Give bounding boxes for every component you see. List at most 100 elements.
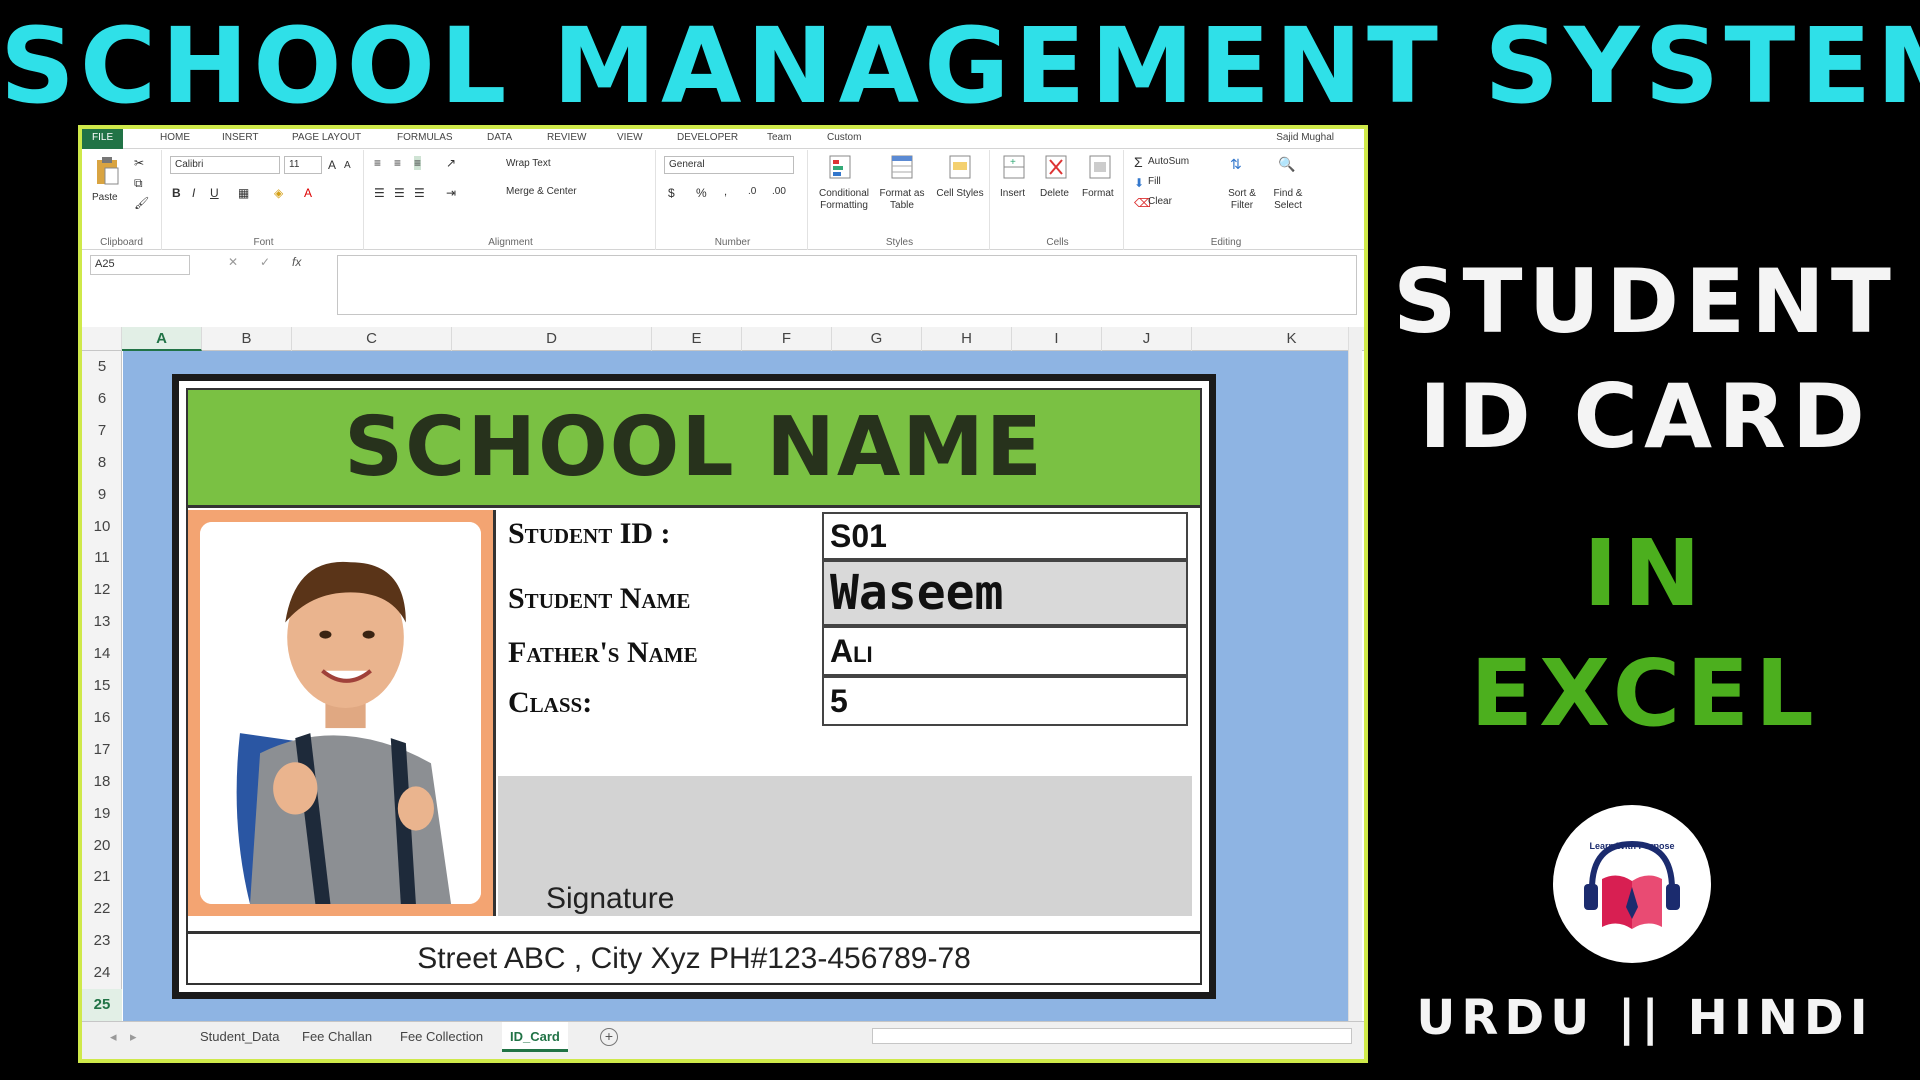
column-header-c[interactable]: C (292, 327, 452, 351)
conditional-formatting-icon[interactable] (828, 154, 852, 180)
fill-icon[interactable]: ⬇ (1134, 176, 1144, 190)
row-header-5[interactable]: 5 (82, 351, 122, 383)
tab-developer[interactable]: DEVELOPER (677, 132, 738, 143)
tab-view[interactable]: VIEW (617, 132, 643, 143)
enter-icon[interactable]: ✓ (260, 255, 270, 269)
tab-custom[interactable]: Custom (827, 132, 861, 143)
autosum-button[interactable]: AutoSum (1148, 156, 1189, 167)
fill-color-icon[interactable]: ◈ (274, 186, 283, 200)
column-header-i[interactable]: I (1012, 327, 1102, 351)
tab-file[interactable]: FILE (82, 129, 124, 149)
row-header-21[interactable]: 21 (82, 861, 122, 893)
row-header-13[interactable]: 13 (82, 606, 122, 638)
row-header-9[interactable]: 9 (82, 479, 122, 511)
select-all-corner[interactable] (82, 327, 122, 351)
percent-icon[interactable]: % (696, 186, 707, 200)
sort-filter-icon[interactable]: ⇅ (1230, 156, 1242, 173)
clear-button[interactable]: Clear (1148, 196, 1172, 207)
sort-filter-button[interactable]: Sort & Filter (1222, 188, 1262, 212)
font-size-select[interactable]: 11 (284, 156, 322, 174)
sheet-tab-student-data[interactable]: Student_Data (192, 1022, 288, 1052)
row-header-12[interactable]: 12 (82, 574, 122, 606)
row-header-6[interactable]: 6 (82, 383, 122, 415)
format-button[interactable]: Format (1082, 188, 1114, 199)
tab-formulas[interactable]: FORMULAS (397, 132, 453, 143)
currency-icon[interactable]: $ (668, 186, 675, 200)
column-header-j[interactable]: J (1102, 327, 1192, 351)
class-value[interactable]: 5 (822, 676, 1188, 726)
sheet-grid[interactable]: SCHOOL NAME Student ID: S01 Student Nam… (123, 351, 1348, 1021)
cell-styles-icon[interactable] (948, 154, 972, 180)
row-header-8[interactable]: 8 (82, 447, 122, 479)
number-format-select[interactable]: General (664, 156, 794, 174)
align-middle-icon[interactable]: ≡ (394, 156, 401, 170)
paste-button[interactable]: Paste (92, 192, 118, 203)
sheet-tab-fee-challan[interactable]: Fee Challan (294, 1022, 380, 1052)
italic-icon[interactable]: I (192, 186, 195, 200)
column-header-b[interactable]: B (202, 327, 292, 351)
sheet-tab-id-card[interactable]: ID_Card (502, 1022, 568, 1052)
tab-data[interactable]: DATA (487, 132, 512, 143)
align-left-icon[interactable]: ☰ (374, 186, 385, 200)
wrap-text-button[interactable]: Wrap Text (506, 158, 551, 169)
column-header-g[interactable]: G (832, 327, 922, 351)
merge-center-button[interactable]: Merge & Center (506, 186, 577, 197)
find-select-button[interactable]: Find & Select (1266, 188, 1310, 212)
father-name-value[interactable]: Ali (822, 626, 1188, 676)
user-name[interactable]: Sajid Mughal (1276, 132, 1334, 143)
format-cells-icon[interactable] (1088, 154, 1112, 180)
font-color-icon[interactable]: A (304, 186, 312, 200)
vertical-scrollbar[interactable] (1348, 327, 1362, 1021)
cut-icon[interactable]: ✂ (134, 156, 144, 170)
copy-icon[interactable]: ⧉ (134, 176, 143, 191)
column-header-h[interactable]: H (922, 327, 1012, 351)
increase-decimal-icon[interactable]: .0 (748, 186, 756, 197)
column-header-e[interactable]: E (652, 327, 742, 351)
row-header-19[interactable]: 19 (82, 798, 122, 830)
decrease-decimal-icon[interactable]: .00 (772, 186, 786, 197)
orientation-icon[interactable]: ↗ (446, 156, 456, 170)
row-header-25[interactable]: 25 (82, 989, 122, 1021)
font-name-select[interactable]: Calibri (170, 156, 280, 174)
insert-button[interactable]: Insert (1000, 188, 1025, 199)
bold-icon[interactable]: B (172, 186, 181, 200)
sheet-tab-fee-collection[interactable]: Fee Collection (392, 1022, 491, 1052)
row-header-18[interactable]: 18 (82, 766, 122, 798)
add-sheet-icon[interactable]: + (600, 1028, 618, 1046)
column-header-f[interactable]: F (742, 327, 832, 351)
align-bottom-icon[interactable]: ≡ (414, 156, 422, 170)
cell-styles-button[interactable]: Cell Styles (934, 188, 986, 200)
student-name-value[interactable]: Waseem (822, 560, 1188, 626)
comma-icon[interactable]: , (724, 186, 727, 198)
format-as-table-button[interactable]: Format as Table (876, 188, 928, 212)
insert-cells-icon[interactable]: + (1002, 154, 1026, 180)
row-header-14[interactable]: 14 (82, 638, 122, 670)
paste-icon[interactable] (94, 156, 120, 186)
row-header-23[interactable]: 23 (82, 925, 122, 957)
next-sheet-icon[interactable]: ▸ (122, 1022, 145, 1052)
borders-icon[interactable]: ▦ (238, 186, 249, 200)
student-id-value[interactable]: S01 (822, 512, 1188, 560)
underline-icon[interactable]: U (210, 186, 219, 200)
row-header-15[interactable]: 15 (82, 670, 122, 702)
find-select-icon[interactable]: 🔍 (1278, 156, 1295, 173)
tab-review[interactable]: REVIEW (547, 132, 586, 143)
row-header-22[interactable]: 22 (82, 893, 122, 925)
row-header-24[interactable]: 24 (82, 957, 122, 989)
fill-button[interactable]: Fill (1148, 176, 1161, 187)
column-header-k[interactable]: K (1192, 327, 1364, 351)
conditional-formatting-button[interactable]: Conditional Formatting (814, 188, 874, 212)
align-center-icon[interactable]: ☰ (394, 186, 405, 200)
indent-icon[interactable]: ⇥ (446, 186, 456, 200)
row-header-11[interactable]: 11 (82, 542, 122, 574)
shrink-font-icon[interactable]: A (344, 160, 351, 171)
horizontal-scrollbar[interactable] (872, 1028, 1352, 1044)
insert-function-icon[interactable]: fx (292, 255, 301, 269)
row-header-17[interactable]: 17 (82, 734, 122, 766)
column-header-d[interactable]: D (452, 327, 652, 351)
align-right-icon[interactable]: ☰ (414, 186, 425, 200)
tab-page-layout[interactable]: PAGE LAYOUT (292, 132, 361, 143)
cancel-icon[interactable]: ✕ (228, 255, 238, 269)
format-as-table-icon[interactable] (890, 154, 914, 180)
tab-insert[interactable]: INSERT (222, 132, 259, 143)
